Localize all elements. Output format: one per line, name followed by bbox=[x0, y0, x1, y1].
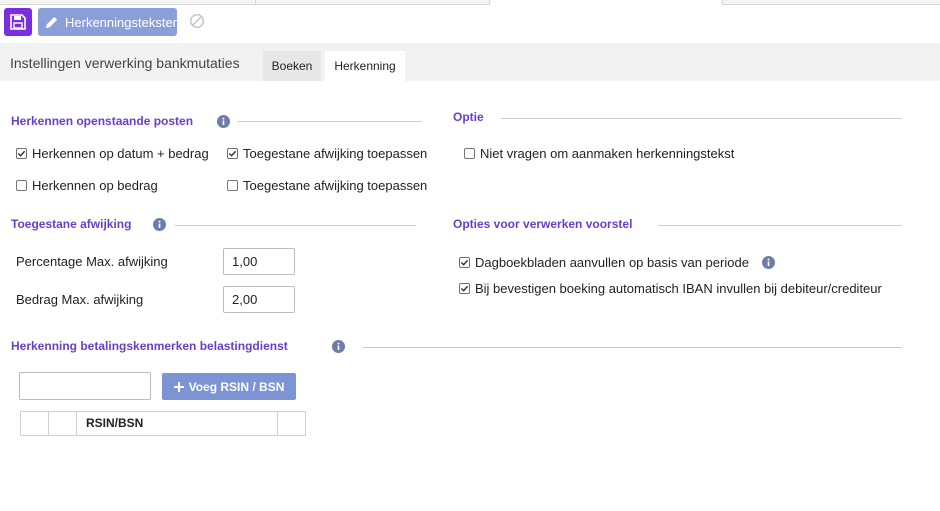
bedrag-input[interactable]: 2,00 bbox=[223, 286, 295, 313]
info-icon[interactable] bbox=[332, 340, 345, 353]
bedrag-label: Bedrag Max. afwijking bbox=[16, 292, 144, 307]
checkbox-iban-invullen[interactable]: Bij bevestigen boeking automatisch IBAN … bbox=[459, 281, 882, 296]
divider bbox=[658, 225, 902, 226]
add-rsin-button[interactable]: Voeg RSIN / BSN bbox=[162, 373, 296, 400]
divider bbox=[501, 118, 902, 119]
checkbox-unchecked[interactable] bbox=[16, 180, 27, 191]
section-title-voorstel: Opties voor verwerken voorstel bbox=[453, 217, 633, 231]
tab-boeken[interactable]: Boeken bbox=[263, 51, 321, 81]
info-icon[interactable] bbox=[153, 218, 166, 231]
checkbox-herkennen-bedrag[interactable]: Herkennen op bedrag bbox=[16, 178, 158, 193]
rsin-input[interactable] bbox=[19, 372, 151, 400]
checkbox-checked[interactable] bbox=[459, 257, 470, 268]
checkbox-herkennen-datum-bedrag[interactable]: Herkennen op datum + bedrag bbox=[16, 146, 209, 161]
checkbox-checked[interactable] bbox=[227, 148, 238, 159]
percentage-input[interactable]: 1,00 bbox=[223, 248, 295, 275]
checkbox-checked[interactable] bbox=[16, 148, 27, 159]
divider bbox=[175, 225, 416, 226]
top-tab-2[interactable] bbox=[256, 0, 490, 5]
top-tab-3[interactable] bbox=[722, 0, 940, 5]
checkbox-dagboekbladen[interactable]: Dagboekbladen aanvullen op basis van per… bbox=[459, 255, 749, 270]
top-tab-1[interactable] bbox=[0, 0, 256, 5]
section-title-afwijking: Toegestane afwijking bbox=[11, 217, 132, 231]
percentage-label: Percentage Max. afwijking bbox=[16, 254, 168, 269]
table-column-divider bbox=[76, 412, 77, 435]
section-title-openstaande: Herkennen openstaande posten bbox=[11, 114, 194, 128]
pencil-icon bbox=[44, 15, 59, 30]
divider bbox=[363, 347, 902, 348]
section-title-optie: Optie bbox=[453, 110, 484, 124]
herkenningsteksten-label: Herkenningsteksten bbox=[65, 14, 180, 30]
checkbox-afwijking-toepassen-1[interactable]: Toegestane afwijking toepassen bbox=[227, 146, 427, 161]
page-header: Instellingen verwerking bankmutaties Boe… bbox=[0, 43, 940, 81]
table-header-rsin[interactable]: RSIN/BSN bbox=[86, 416, 143, 430]
info-icon[interactable] bbox=[217, 115, 230, 128]
page-title: Instellingen verwerking bankmutaties bbox=[10, 55, 240, 71]
checkbox-afwijking-toepassen-2[interactable]: Toegestane afwijking toepassen bbox=[227, 178, 427, 193]
floppy-disk-icon bbox=[10, 14, 26, 30]
checkbox-unchecked[interactable] bbox=[464, 148, 475, 159]
save-button[interactable] bbox=[4, 8, 32, 36]
cancel-icon[interactable] bbox=[189, 13, 205, 29]
table-column-divider bbox=[48, 412, 49, 435]
herkenningsteksten-button[interactable]: Herkenningsteksten bbox=[38, 8, 180, 36]
tab-herkenning[interactable]: Herkenning bbox=[325, 51, 405, 81]
info-icon[interactable] bbox=[762, 256, 775, 269]
plus-icon bbox=[173, 381, 184, 392]
table-column-divider bbox=[277, 412, 278, 435]
checkbox-niet-vragen[interactable]: Niet vragen om aanmaken herkenningstekst bbox=[464, 146, 734, 161]
divider bbox=[238, 121, 422, 122]
table-column-divider bbox=[305, 412, 306, 435]
checkbox-unchecked[interactable] bbox=[227, 180, 238, 191]
table-column-divider bbox=[20, 412, 21, 435]
toolbar: Herkenningsteksten bbox=[0, 6, 940, 38]
checkbox-checked[interactable] bbox=[459, 283, 470, 294]
section-title-belasting: Herkenning betalingskenmerken belastingd… bbox=[11, 339, 288, 353]
rsin-table: RSIN/BSN bbox=[20, 411, 306, 436]
top-tab-strip bbox=[0, 0, 940, 5]
